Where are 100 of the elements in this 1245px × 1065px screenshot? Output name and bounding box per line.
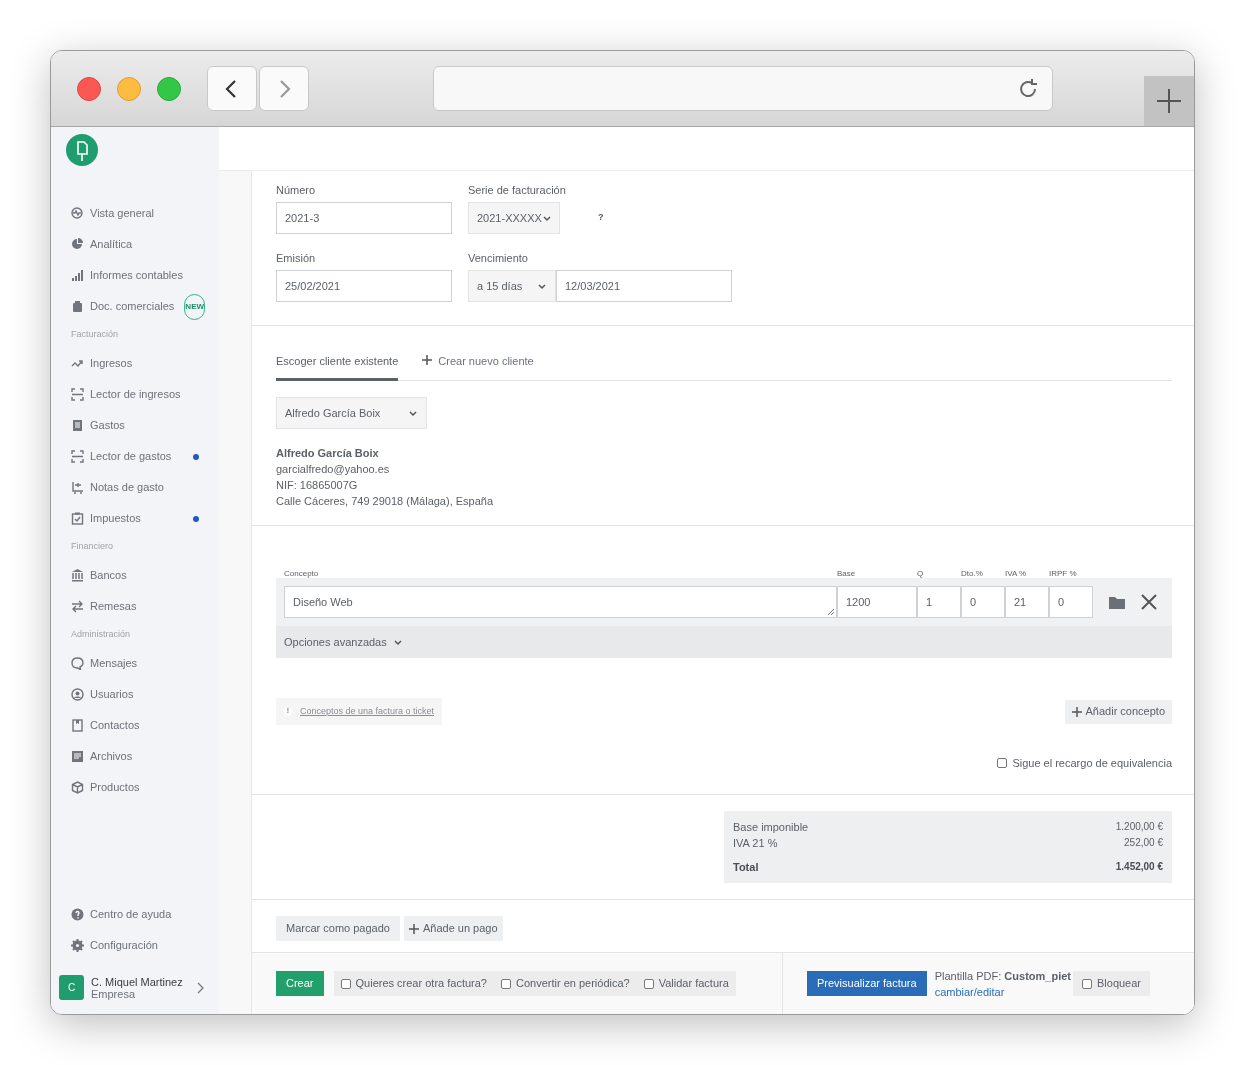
client-nif: NIF: 16865007G <box>276 478 359 493</box>
box-icon <box>71 781 84 794</box>
user-circle-icon <box>71 688 84 701</box>
input-field[interactable]: 1 <box>917 586 961 618</box>
sidebar-item[interactable]: Mensajes <box>65 648 205 679</box>
checkbox[interactable] <box>643 978 654 989</box>
bar-signal-icon <box>71 269 84 282</box>
select-field[interactable]: 2021-XXXXX <box>468 202 560 234</box>
checkbox-label: Quieres crear otra factura? <box>355 976 487 992</box>
bank-icon <box>71 569 84 582</box>
template-name: Plantilla PDF: Custom_piet <box>934 968 1071 984</box>
close-icon <box>1141 594 1157 610</box>
create-button[interactable]: Crear <box>276 971 324 996</box>
arrows-icon <box>71 600 84 613</box>
column-header: Q <box>917 569 924 578</box>
user-avatar: C <box>59 975 84 1000</box>
checkbox[interactable] <box>1082 978 1092 989</box>
chevron-down-icon <box>408 408 418 418</box>
add-concept-button[interactable]: Añadir concepto <box>1064 699 1172 724</box>
sidebar-item[interactable]: Notas de gasto <box>65 472 205 503</box>
input-field[interactable]: 12/03/2021 <box>556 270 732 302</box>
sidebar-item[interactable]: Ingresos <box>65 348 205 379</box>
hint-link[interactable]: Conceptos de una factura o ticket <box>300 704 435 719</box>
briefcase-icon <box>71 300 84 313</box>
folder-icon <box>1109 595 1125 609</box>
back-button[interactable] <box>207 66 257 111</box>
field-label: Emisión <box>276 251 317 266</box>
sidebar-item[interactable]: Configuración <box>65 930 205 961</box>
section-heading: Administración <box>71 628 131 642</box>
payment-button[interactable]: Marcar como pagado <box>276 916 400 941</box>
contact-book-icon <box>71 719 84 732</box>
sidebar-item[interactable]: Doc. comerciales NEW <box>65 291 205 322</box>
sidebar-item[interactable]: Informes contables <box>65 260 205 291</box>
sidebar-item[interactable]: Lector de gastos <box>65 441 205 472</box>
client-name: Alfredo García Boix <box>276 446 380 461</box>
checkbox-label: Convertir en periódica? <box>515 976 630 992</box>
client-tab[interactable]: Crear nuevo cliente <box>422 351 534 381</box>
total-label: Base imponible <box>733 820 809 835</box>
sidebar-item[interactable]: Gastos <box>65 410 205 441</box>
sidebar-item[interactable]: Remesas <box>65 591 205 622</box>
sidebar-item[interactable]: Archivos <box>65 741 205 772</box>
total-label: Total <box>733 860 759 875</box>
input-field[interactable]: 25/02/2021 <box>276 270 452 302</box>
user-role: Empresa <box>91 987 136 1000</box>
input-field[interactable]: 2021-3 <box>276 202 452 234</box>
sidebar-item[interactable]: Bancos <box>65 560 205 591</box>
plus-icon <box>1156 88 1182 114</box>
client-tab[interactable]: Escoger cliente existente <box>276 351 399 381</box>
column-header: IVA % <box>1005 569 1027 578</box>
input-field[interactable]: Diseño Web <box>284 586 837 618</box>
preview-button[interactable]: Previsualizar factura <box>807 971 927 996</box>
checkbox[interactable] <box>997 758 1008 769</box>
sidebar-item[interactable]: Vista general <box>65 198 205 229</box>
chat-bubble-icon <box>71 657 84 670</box>
chevron-right-icon <box>196 981 205 994</box>
chevron-down-icon <box>537 281 547 291</box>
checkbox-label: Sigue el recargo de equivalencia <box>1012 756 1172 771</box>
lock-toggle[interactable]: Bloquear <box>1073 971 1151 996</box>
checkbox[interactable] <box>340 978 351 989</box>
clipboard-check-icon <box>71 512 84 525</box>
scan-icon <box>71 450 84 463</box>
sidebar-item[interactable]: Lector de ingresos <box>65 379 205 410</box>
sidebar-item[interactable]: Analítica <box>65 229 205 260</box>
plus-icon <box>1071 706 1082 717</box>
chevron-down-icon <box>541 213 552 223</box>
user-name: C. Miquel Martinez <box>91 975 183 988</box>
sidebar-item[interactable]: Centro de ayuda <box>65 899 205 930</box>
cart-icon <box>71 481 84 494</box>
trending-up-icon <box>71 357 84 370</box>
sidebar-item[interactable]: Contactos <box>65 710 205 741</box>
total-value: 1.200,00 € <box>1115 820 1163 834</box>
close-window-button[interactable] <box>77 77 101 101</box>
advanced-options-toggle[interactable]: Opciones avanzadas <box>276 626 1172 658</box>
input-field[interactable]: 0 <box>961 586 1005 618</box>
maximize-window-button[interactable] <box>157 77 181 101</box>
select-field[interactable]: a 15 días <box>468 270 556 302</box>
new-tab-button[interactable] <box>1144 76 1194 126</box>
edit-template-link[interactable]: cambiar/editar <box>934 983 1071 1000</box>
input-field[interactable]: 1200 <box>837 586 917 618</box>
column-header: Dto.% <box>961 569 983 578</box>
pie-chart-icon <box>71 238 84 251</box>
sidebar-item[interactable]: Productos <box>65 772 205 803</box>
column-header: Concepto <box>284 569 319 578</box>
payment-button[interactable]: Añade un pago <box>403 916 503 941</box>
client-select[interactable]: Alfredo García Boix <box>276 397 427 429</box>
checkbox-label: Validar factura <box>658 976 729 992</box>
checkbox[interactable] <box>500 978 511 989</box>
input-field[interactable]: 0 <box>1049 586 1093 618</box>
scan-icon <box>71 388 84 401</box>
plus-icon <box>408 923 419 934</box>
sidebar-item[interactable]: Impuestos <box>65 503 205 534</box>
total-value: 1.452,00 € <box>1115 860 1163 874</box>
chevron-down-icon <box>392 637 403 647</box>
section-heading: Financiero <box>71 540 114 554</box>
column-header: Base <box>837 569 856 578</box>
sidebar-item[interactable]: Usuarios <box>65 679 205 710</box>
total-value: 252,00 € <box>1124 836 1163 850</box>
field-label: Número <box>276 183 317 198</box>
input-field[interactable]: 21 <box>1005 586 1049 618</box>
help-link[interactable]: ? <box>598 211 604 225</box>
